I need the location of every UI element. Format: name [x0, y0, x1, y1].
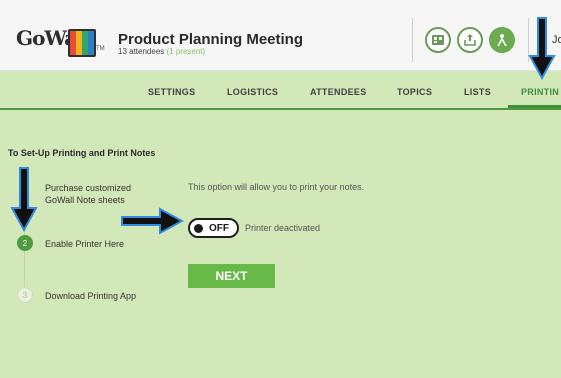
- meeting-title: Product Planning Meeting: [118, 31, 304, 48]
- step-1-label: Purchase customized GoWall Note sheets: [45, 182, 131, 206]
- notes-board-button[interactable]: [425, 27, 451, 53]
- step-3-label[interactable]: Download Printing App: [45, 290, 136, 302]
- step-2-label[interactable]: Enable Printer Here: [45, 238, 124, 250]
- attendees-text: 13 attendees: [118, 47, 165, 56]
- active-tab-indicator: [508, 105, 561, 108]
- printer-toggle[interactable]: OFF: [188, 218, 239, 238]
- header-divider: [412, 18, 413, 62]
- tab-printing[interactable]: PRINTIN: [521, 87, 559, 97]
- logo-tm: TM: [96, 46, 105, 52]
- share-icon: [464, 34, 476, 46]
- toggle-label: OFF: [209, 223, 229, 234]
- notes-board-icon: [432, 35, 444, 45]
- down-arrow-icon: [10, 167, 38, 232]
- printing-info-text: This option will allow you to print your…: [188, 182, 365, 192]
- tab-settings[interactable]: SETTINGS: [148, 87, 195, 97]
- presenter-button[interactable]: [489, 27, 515, 53]
- step-1-line-1: Purchase customized: [45, 183, 132, 193]
- tab-topics[interactable]: TOPICS: [397, 87, 432, 97]
- tab-logistics[interactable]: LOGISTICS: [227, 87, 278, 97]
- step-3-circle: 3: [17, 287, 33, 303]
- next-button[interactable]: NEXT: [188, 264, 275, 288]
- tab-bar: SETTINGS LOGISTICS ATTENDEES TOPICS LIST…: [0, 70, 561, 110]
- attendee-count: 13 attendees (1 present): [118, 47, 205, 56]
- printer-status: Printer deactivated: [245, 223, 321, 233]
- step-2-circle: 2: [17, 235, 33, 251]
- section-title: To Set-Up Printing and Print Notes: [8, 148, 156, 158]
- gowall-logo[interactable]: GoWall TM: [16, 26, 105, 58]
- right-arrow-icon: [121, 207, 184, 235]
- down-arrow-icon: [528, 17, 556, 80]
- tab-lists[interactable]: LISTS: [464, 87, 491, 97]
- present-count: (1 present): [166, 47, 206, 56]
- share-button[interactable]: [457, 27, 483, 53]
- app-header: GoWall TM Product Planning Meeting 13 at…: [0, 0, 561, 71]
- tab-attendees[interactable]: ATTENDEES: [310, 87, 367, 97]
- step-1-line-2: GoWall Note sheets: [45, 195, 125, 205]
- presenter-icon: [497, 34, 507, 47]
- toggle-knob: [194, 224, 203, 233]
- logo-mark: [68, 29, 96, 57]
